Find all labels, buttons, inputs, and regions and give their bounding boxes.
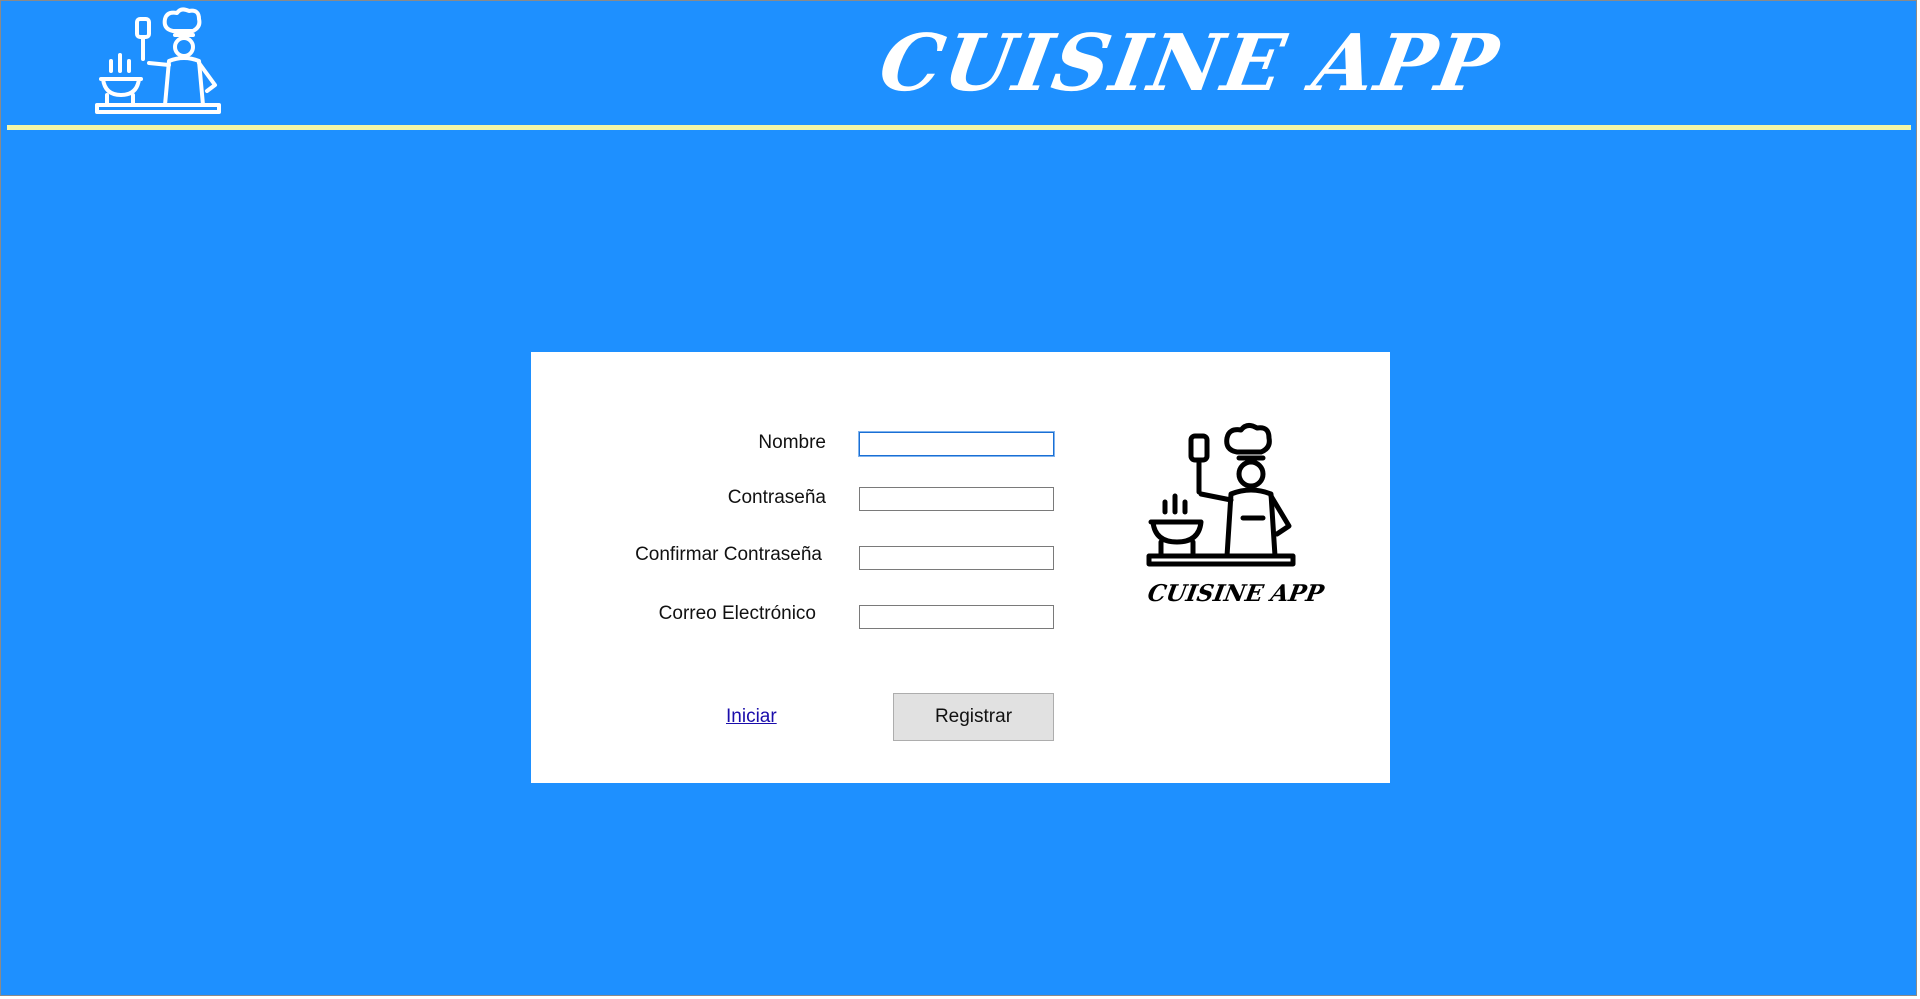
iniciar-link[interactable]: Iniciar <box>726 706 777 728</box>
correo-field[interactable] <box>859 605 1054 629</box>
card-logo-text: CUISINE APP <box>1145 580 1326 607</box>
correo-label: Correo Electrónico <box>658 603 816 624</box>
nombre-label: Nombre <box>758 432 826 453</box>
chef-cooking-icon <box>1146 422 1296 567</box>
contrasena-field[interactable] <box>859 487 1054 511</box>
header-divider <box>7 125 1911 130</box>
nombre-field[interactable] <box>859 432 1054 456</box>
registrar-button[interactable]: Registrar <box>893 693 1054 741</box>
confirmar-contrasena-field[interactable] <box>859 546 1054 570</box>
chef-cooking-icon <box>95 7 221 114</box>
confirmar-contrasena-label: Confirmar Contraseña <box>635 544 822 565</box>
app-window: CUISINE APP Nombre Contraseña Confirmar … <box>0 0 1917 996</box>
contrasena-label: Contraseña <box>727 487 826 508</box>
app-title: CUISINE APP <box>873 18 1507 109</box>
register-card: Nombre Contraseña Confirmar Contraseña C… <box>531 352 1390 783</box>
